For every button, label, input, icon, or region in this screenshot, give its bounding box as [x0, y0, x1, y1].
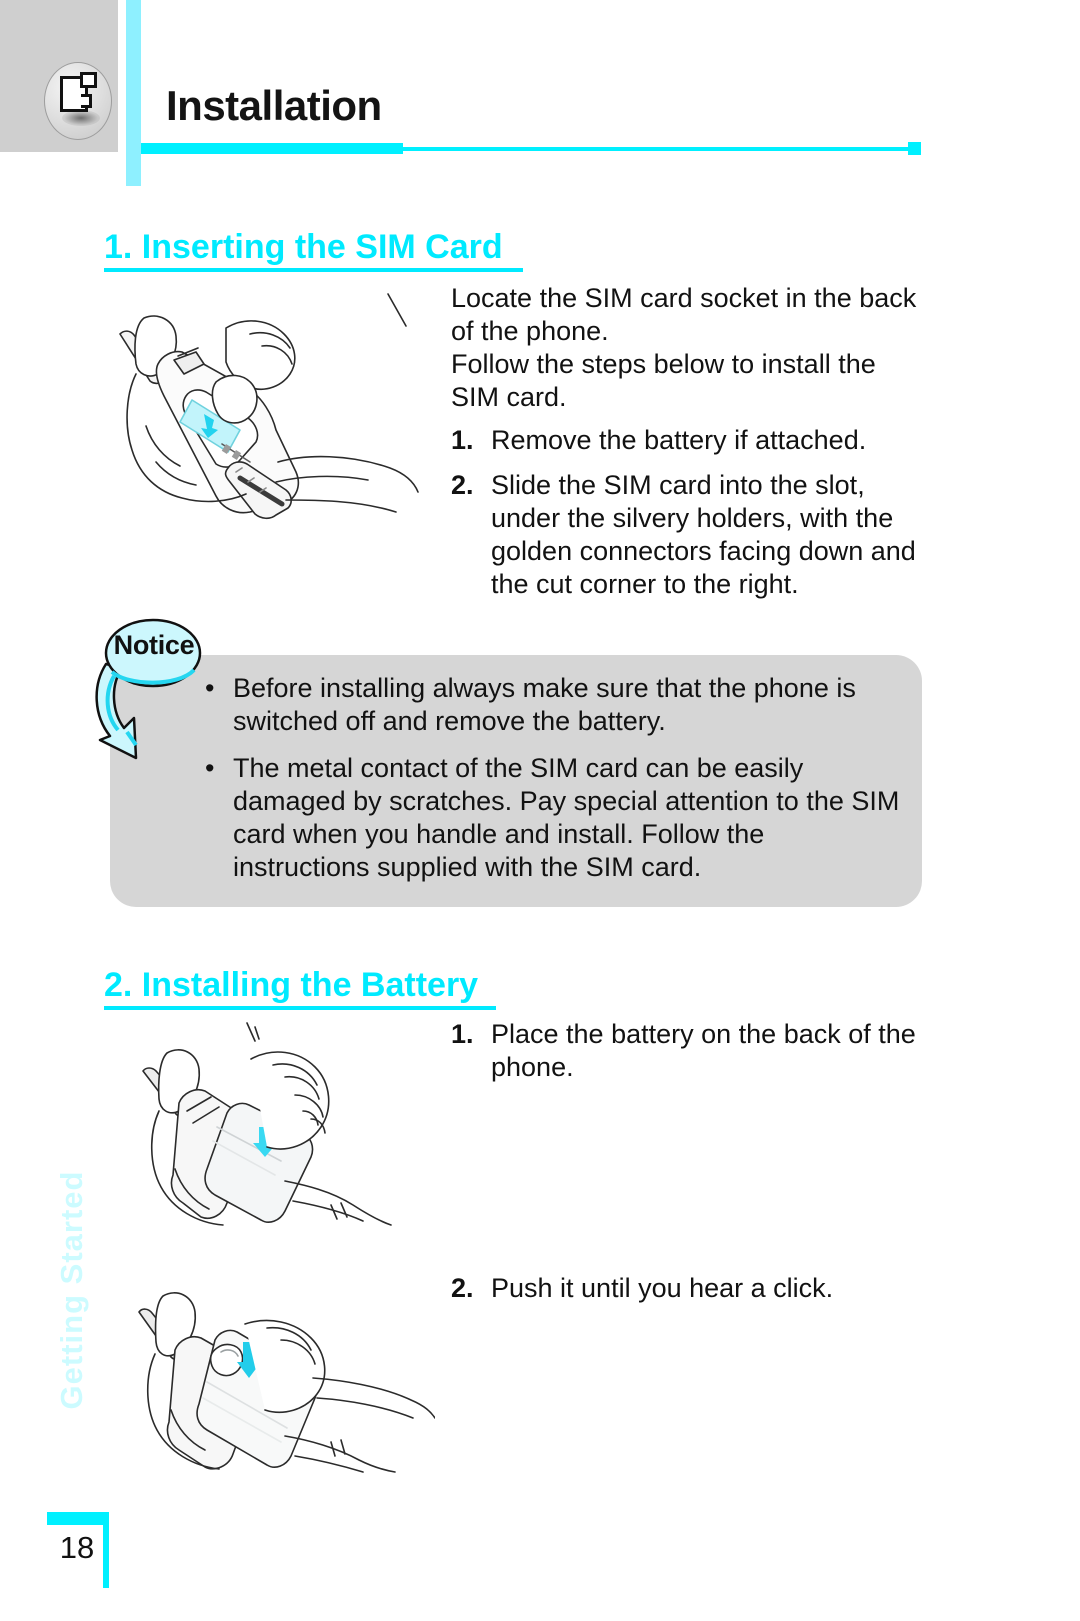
sim-steps-list: 1. Remove the battery if attached. 2. Sl… [451, 424, 929, 613]
footer-cyan-vertical-line [103, 1512, 109, 1588]
sim-step-2-number: 2. [451, 470, 474, 500]
sim-step-2: 2. Slide the SIM card into the slot, und… [451, 469, 929, 601]
sim-paragraph-2: Follow the steps below to install the SI… [451, 349, 876, 412]
section-heading-underline-1 [104, 268, 523, 272]
header-cyan-spine [126, 0, 141, 186]
illustration-placing-battery [135, 1015, 435, 1230]
notice-bullet-1-text: Before installing always make sure that … [233, 673, 856, 736]
sim-step-1-number: 1. [451, 425, 474, 455]
notice-bullet-list: • Before installing always make sure tha… [205, 672, 905, 898]
footer-cyan-bar [47, 1512, 109, 1525]
icon-drop-shadow [62, 110, 100, 126]
document-page-icon [44, 62, 116, 146]
icon-doc-corner-fold [80, 72, 97, 88]
left-margin-strip [0, 152, 36, 1477]
notice-label: Notice [113, 630, 195, 660]
illustration-inserting-sim-card [100, 286, 420, 576]
notice-bullet-2-text: The metal contact of the SIM card can be… [233, 753, 900, 882]
sim-step-1: 1. Remove the battery if attached. [451, 424, 929, 457]
section-heading-underline-2 [104, 1006, 496, 1010]
page-number: 18 [59, 1530, 95, 1565]
battery-step-2-text: Push it until you hear a click. [491, 1273, 834, 1303]
header-rule-end-cap [908, 142, 921, 155]
page-title: Installation [166, 82, 382, 129]
notice-bullet-2: • The metal contact of the SIM card can … [205, 752, 905, 884]
battery-step-2-list: 2. Push it until you hear a click. [451, 1272, 929, 1317]
bullet-dot-icon: • [205, 753, 215, 783]
battery-step-1-text: Place the battery on the back of the pho… [491, 1019, 916, 1082]
notice-bullet-1: • Before installing always make sure tha… [205, 672, 905, 738]
icon-doc-tab [81, 94, 92, 108]
vertical-chapter-tab: Getting Started [54, 1170, 89, 1410]
section-heading-inserting-sim-card: 1. Inserting the SIM Card [104, 228, 503, 266]
header-rule-thin [403, 147, 908, 151]
header-rule-thick [141, 143, 403, 154]
illustration-pushing-battery-click [135, 1258, 435, 1473]
sim-paragraph-1: Locate the SIM card socket in the back o… [451, 283, 917, 346]
battery-step-2: 2. Push it until you hear a click. [451, 1272, 929, 1305]
battery-step-1-list: 1. Place the battery on the back of the … [451, 1018, 929, 1096]
sim-step-2-text: Slide the SIM card into the slot, under … [491, 470, 916, 599]
battery-step-2-number: 2. [451, 1273, 474, 1303]
battery-step-1: 1. Place the battery on the back of the … [451, 1018, 929, 1084]
sim-step-1-text: Remove the battery if attached. [491, 425, 867, 455]
section-heading-installing-battery: 2. Installing the Battery [104, 966, 479, 1004]
battery-step-1-number: 1. [451, 1019, 474, 1049]
